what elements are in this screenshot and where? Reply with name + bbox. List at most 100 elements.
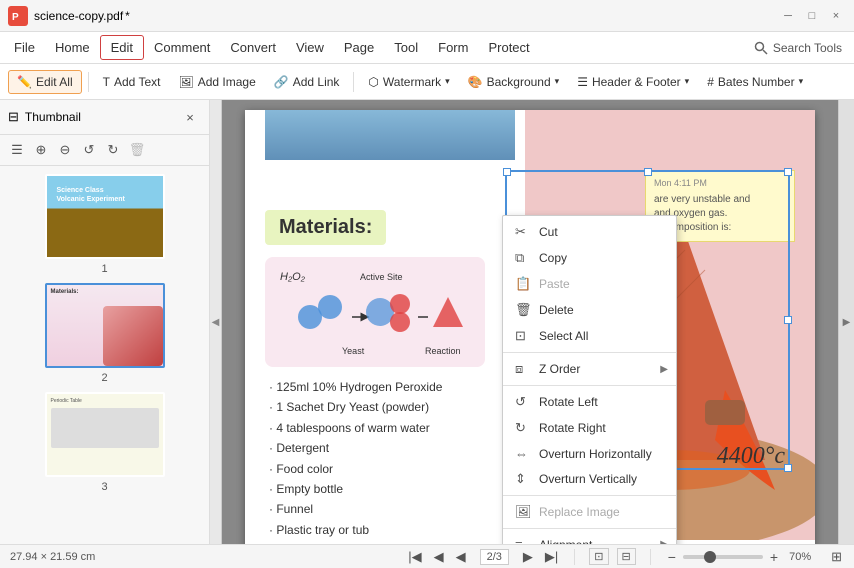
ctx-copy-label: Copy xyxy=(539,251,567,265)
file-title: science-copy.pdf xyxy=(34,9,123,23)
zoom-out-button[interactable]: − xyxy=(665,549,679,565)
link-icon: 🔗 xyxy=(274,75,289,89)
ctx-separator-3 xyxy=(503,495,676,496)
thumbnail-item-3[interactable]: Periodic Table 3 xyxy=(8,392,201,493)
last-page-button[interactable]: ▶| xyxy=(543,549,560,565)
menu-form[interactable]: Form xyxy=(428,36,478,59)
add-text-button[interactable]: T Add Text xyxy=(95,71,169,93)
ctx-overturn-h[interactable]: ⇔ Overturn Horizontally xyxy=(503,441,676,466)
watermark-button[interactable]: ⬡ Watermark ▾ xyxy=(360,71,457,93)
background-dropdown-arrow: ▾ xyxy=(555,76,560,87)
edit-all-button[interactable]: ✏️ Edit All xyxy=(8,70,82,94)
thumbnail-image-2: Materials: xyxy=(45,283,165,368)
svg-text:H₂O₂: H₂O₂ xyxy=(280,271,306,283)
ctx-cut[interactable]: ✂ Cut xyxy=(503,219,676,245)
thumbnail-list: Science ClassVolcanic Experiment 1 Mater… xyxy=(0,166,209,544)
page-area: Materials: H₂O₂ Yeast Reaction Active Si… xyxy=(222,100,838,544)
close-button[interactable]: × xyxy=(826,6,846,26)
thumbnail-image-3: Periodic Table xyxy=(45,392,165,477)
thumb-rotate-right-button[interactable]: ↻ xyxy=(102,139,124,161)
ctx-paste[interactable]: 📋 Paste xyxy=(503,271,676,297)
ctx-rotate-right[interactable]: ↻ Rotate Right xyxy=(503,415,676,441)
material-item: Plastic tray or tub xyxy=(265,520,515,540)
ctx-overturn-v-label: Overturn Vertically xyxy=(539,472,637,486)
thumbnail-header: ⊟ Thumbnail × xyxy=(0,100,209,135)
ctx-rotate-left[interactable]: ↺ Rotate Left xyxy=(503,389,676,415)
ctx-overturn-v[interactable]: ⇕ Overturn Vertically xyxy=(503,466,676,492)
thumbnail-item-1[interactable]: Science ClassVolcanic Experiment 1 xyxy=(8,174,201,275)
ctx-replace-image[interactable]: 🖼 Replace Image xyxy=(503,499,676,525)
add-link-button[interactable]: 🔗 Add Link xyxy=(266,71,348,93)
ctx-alignment-label: Alignment xyxy=(539,538,592,545)
add-image-button[interactable]: 🖼 Add Image xyxy=(170,71,263,93)
right-panel-icon: ▶ xyxy=(843,317,851,328)
search-tools-label: Search Tools xyxy=(773,41,842,55)
thumb-zoom-in-button[interactable]: ⊕ xyxy=(30,139,52,161)
material-item: Dishwashing gloves xyxy=(265,540,515,544)
toolbar-separator xyxy=(88,72,89,92)
svg-text:Yeast: Yeast xyxy=(342,346,365,356)
ctx-z-order-label: Z Order xyxy=(539,362,580,376)
sticky-date: Mon 4:11 PM xyxy=(654,177,786,190)
next-page-button[interactable]: ▶ xyxy=(521,549,535,565)
material-item: Food color xyxy=(265,459,515,479)
menu-comment[interactable]: Comment xyxy=(144,36,220,59)
watermark-dropdown-arrow: ▾ xyxy=(445,76,450,87)
edit-toolbar: ✏️ Edit All T Add Text 🖼 Add Image 🔗 Add… xyxy=(0,64,854,100)
overturn-v-icon: ⇕ xyxy=(515,471,531,487)
ctx-select-all[interactable]: ⊡ Select All xyxy=(503,323,676,349)
reaction-diagram: H₂O₂ Yeast Reaction Active Site xyxy=(265,257,485,367)
ctx-copy[interactable]: ⧉ Copy xyxy=(503,245,676,271)
search-icon xyxy=(753,40,769,56)
menu-tool[interactable]: Tool xyxy=(384,36,428,59)
delete-icon: 🗑 xyxy=(515,302,531,318)
thumbnail-label-2: 2 xyxy=(101,372,107,384)
thumb-rotate-left-button[interactable]: ↺ xyxy=(78,139,100,161)
header-footer-button[interactable]: ☰ Header & Footer ▾ xyxy=(569,71,697,93)
menu-view[interactable]: View xyxy=(286,36,334,59)
thumbnail-close-button[interactable]: × xyxy=(179,106,201,128)
thumbnail-item-2[interactable]: Materials: 2 xyxy=(8,283,201,384)
thumb-menu-button[interactable]: ☰ xyxy=(6,139,28,161)
right-panel-toggle[interactable]: ▶ xyxy=(838,100,854,544)
prev-page-btn2[interactable]: ◀ xyxy=(454,549,468,565)
menu-file[interactable]: File xyxy=(4,36,45,59)
status-separator-2 xyxy=(650,549,651,565)
maximize-button[interactable]: □ xyxy=(802,6,822,26)
thumb-delete-button[interactable]: 🗑 xyxy=(126,139,148,161)
material-item: Funnel xyxy=(265,499,515,519)
ctx-alignment[interactable]: ≡ Alignment ▶ xyxy=(503,532,676,544)
prev-page-button[interactable]: ◀ xyxy=(432,549,446,565)
materials-title: Materials: xyxy=(265,210,386,245)
fit-width-button[interactable]: ⊟ xyxy=(617,548,636,565)
watermark-icon: ⬡ xyxy=(368,75,378,89)
ctx-delete[interactable]: 🗑 Delete xyxy=(503,297,676,323)
menu-home[interactable]: Home xyxy=(45,36,100,59)
zoom-slider[interactable] xyxy=(683,555,763,559)
paste-icon: 📋 xyxy=(515,276,531,292)
rotate-right-icon: ↻ xyxy=(515,420,531,436)
fit-page-button[interactable]: ⊡ xyxy=(589,548,608,565)
ctx-paste-label: Paste xyxy=(539,277,570,291)
replace-image-icon: 🖼 xyxy=(515,504,531,520)
minimize-button[interactable]: ─ xyxy=(778,6,798,26)
ctx-z-order[interactable]: ⧈ Z Order ▶ xyxy=(503,356,676,382)
menu-page[interactable]: Page xyxy=(334,36,384,59)
background-button[interactable]: 🎨 Background ▾ xyxy=(460,71,568,93)
status-separator xyxy=(574,549,575,565)
menu-protect[interactable]: Protect xyxy=(478,36,539,59)
file-modified: * xyxy=(125,9,130,23)
view-mode-button[interactable]: ⊞ xyxy=(829,549,844,565)
title-bar: P science-copy.pdf * ─ □ × xyxy=(0,0,854,32)
menu-bar: File Home Edit Comment Convert View Page… xyxy=(0,32,854,64)
menu-convert[interactable]: Convert xyxy=(220,36,286,59)
panel-collapse-button[interactable]: ◀ xyxy=(210,100,222,544)
bates-dropdown-arrow: ▾ xyxy=(799,76,804,87)
select-all-icon: ⊡ xyxy=(515,328,531,344)
bates-number-button[interactable]: # Bates Number ▾ xyxy=(699,71,811,93)
zoom-in-button[interactable]: + xyxy=(767,549,781,565)
first-page-button[interactable]: |◀ xyxy=(406,549,423,565)
ctx-separator-2 xyxy=(503,385,676,386)
thumb-zoom-out-button[interactable]: ⊖ xyxy=(54,139,76,161)
menu-edit[interactable]: Edit xyxy=(100,35,144,60)
